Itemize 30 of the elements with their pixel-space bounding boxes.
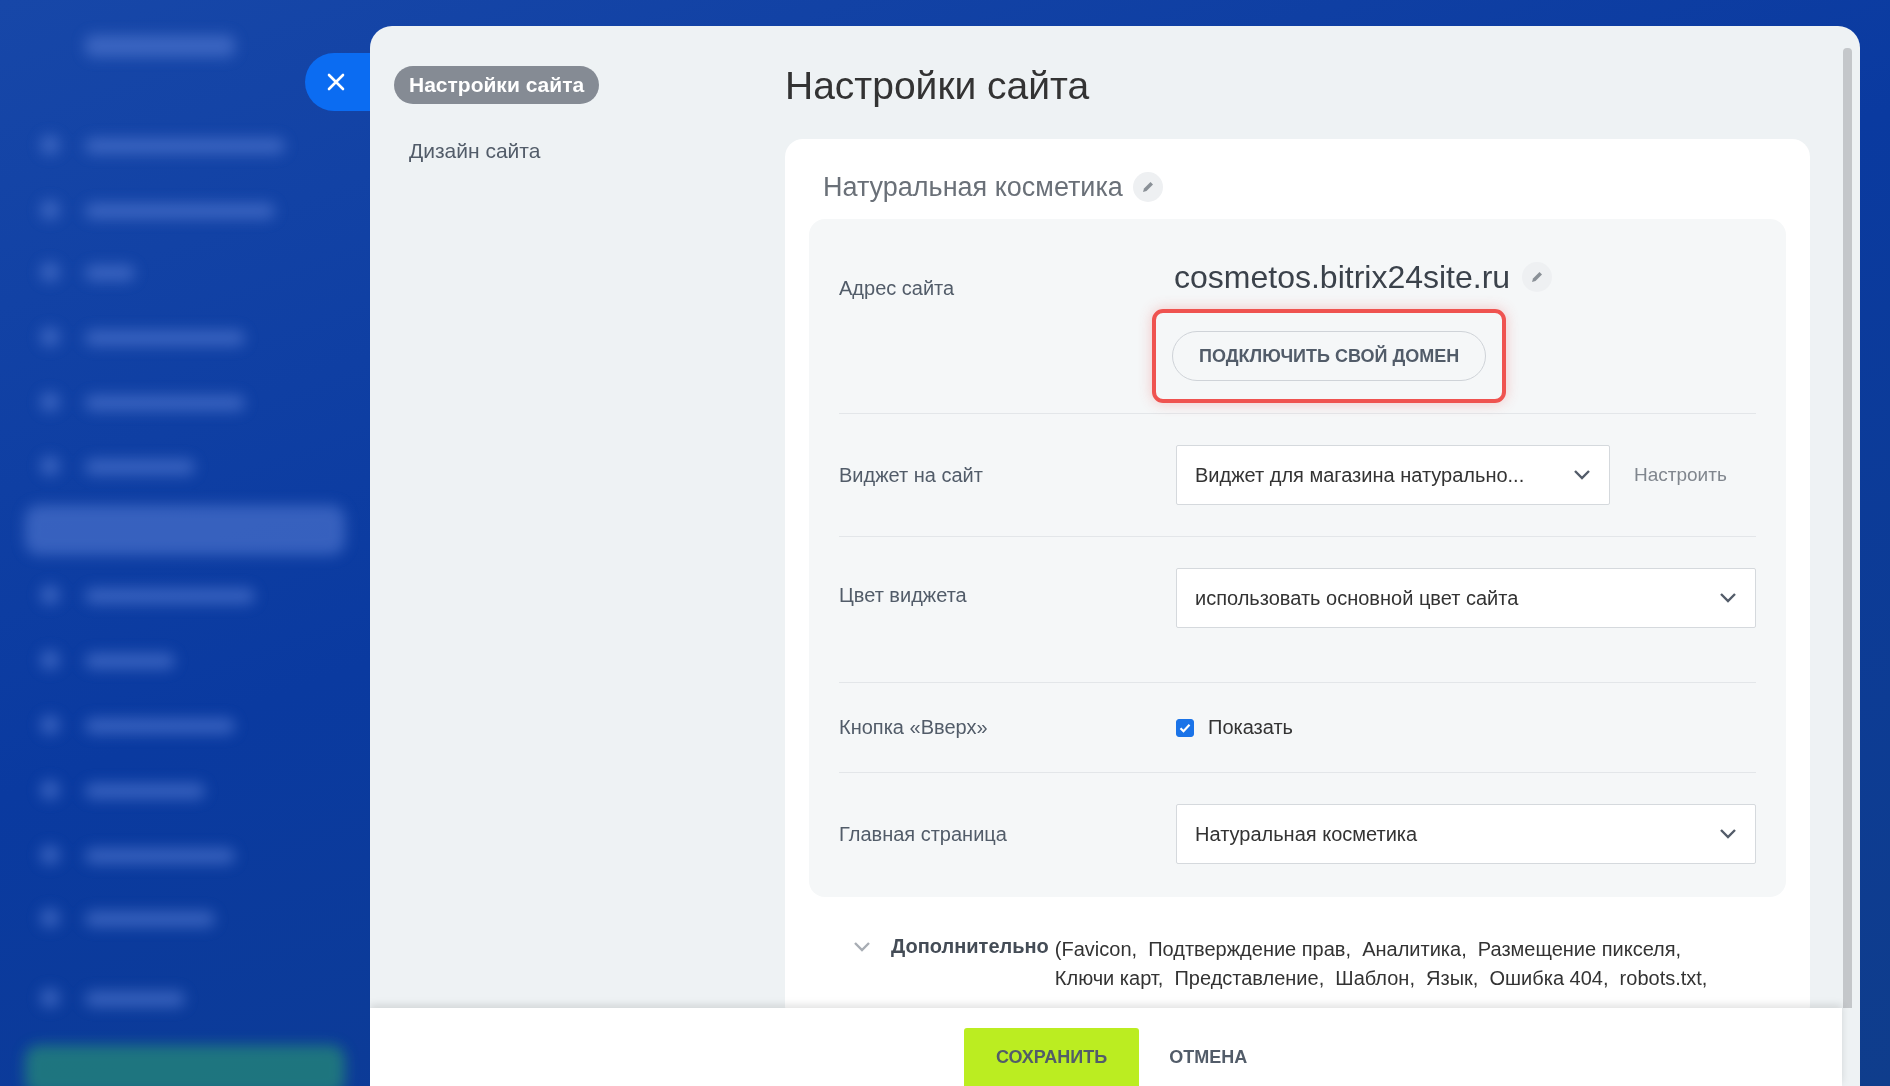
nav-item[interactable]: Дизайн сайта: [394, 132, 556, 170]
close-icon: [325, 71, 347, 93]
nav-item[interactable]: Настройки сайта: [394, 66, 600, 104]
page-title: Настройки сайта: [785, 63, 1091, 109]
checkbox-label: Показать: [1208, 716, 1294, 739]
field-label: Виджет на сайт: [839, 463, 984, 487]
dropdown[interactable]: Виджет для магазина натурально...: [1176, 445, 1610, 505]
edit-button[interactable]: [1522, 262, 1553, 292]
connect-domain-button[interactable]: ПОДКЛЮЧИТЬ СВОЙ ДОМЕН: [1172, 331, 1487, 381]
section-contents: (Favicon, Подтверждение прав, Аналитика, Размещение пикселя, Ключи карт, Представление, Шаблон, Язык, Ошибка 404, robots.txt,: [1054, 937, 1709, 991]
chevron-down-icon: [1719, 592, 1737, 604]
field-label: Главная страница: [839, 822, 1008, 846]
edit-button[interactable]: [1132, 172, 1163, 202]
field-label: Кнопка «Вверх»: [839, 716, 989, 739]
field-label: Адрес сайта: [839, 277, 956, 300]
cancel-button[interactable]: ОТМЕНА: [1163, 1028, 1254, 1086]
chevron-down-icon: [1719, 828, 1737, 840]
save-button[interactable]: СОХРАНИТЬ: [964, 1028, 1140, 1086]
section-toggle[interactable]: Дополнительно: [891, 935, 1049, 958]
chevron-down-icon: [1573, 469, 1591, 481]
field-label: Цвет виджета: [839, 584, 968, 607]
checkbox[interactable]: [1176, 718, 1194, 737]
dropdown[interactable]: Натуральная косметика: [1176, 804, 1756, 864]
chevron-down-icon[interactable]: [853, 941, 871, 953]
close-button[interactable]: [305, 53, 370, 111]
site-address: cosmetos.bitrix24site.ru: [1174, 258, 1511, 296]
scrollbar[interactable]: [1843, 48, 1852, 1008]
site-name: Натуральная косметика: [823, 171, 1123, 203]
dropdown[interactable]: использовать основной цвет сайта: [1176, 568, 1756, 628]
configure-link[interactable]: Настроить: [1634, 464, 1727, 486]
